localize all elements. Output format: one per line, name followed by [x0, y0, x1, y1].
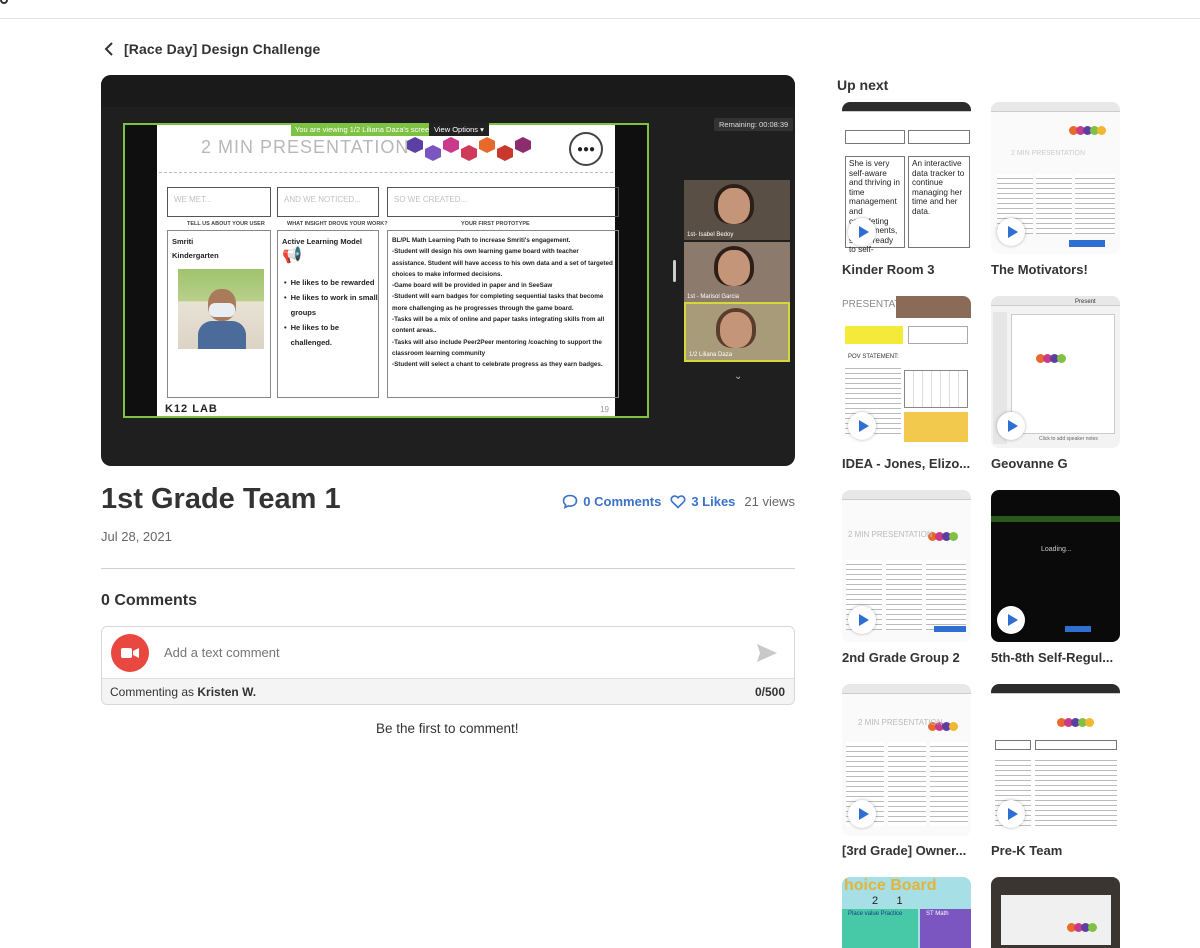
up-next-thumbnail[interactable]: 2 MIN PRESENTATION — [842, 490, 971, 642]
panel-divider-handle[interactable] — [673, 260, 676, 282]
up-next-thumbnail[interactable] — [991, 877, 1120, 948]
play-icon — [848, 800, 876, 828]
participant-tile[interactable]: 1st- Isabel Bedoy — [684, 180, 790, 240]
up-next-thumbnail[interactable]: Loading... — [991, 490, 1120, 642]
slide-box-we-noticed: AND WE NOTICED... — [277, 187, 379, 217]
back-link[interactable]: [Race Day] Design Challenge — [104, 41, 320, 57]
comment-composer: Commenting as Kristen W. 0/500 — [101, 626, 795, 705]
participant-tile[interactable]: 1st - Marisol Garcia — [684, 242, 790, 302]
up-next-title[interactable]: 2nd Grade Group 2 — [842, 650, 972, 665]
video-stats: 0 Comments 3 Likes 21 views — [562, 494, 795, 509]
participant-tile-active[interactable]: 1/2 Liliana Daza — [684, 302, 790, 362]
comments-heading: 0 Comments — [101, 592, 198, 609]
play-icon — [997, 218, 1025, 246]
player-top-bar — [101, 75, 795, 107]
comment-input[interactable] — [164, 645, 724, 660]
slide-subtitle: YOUR FIRST PROTOTYPE — [461, 221, 530, 227]
up-next-thumbnail[interactable]: She is very self-aware and thriving in t… — [842, 102, 971, 254]
play-icon — [997, 412, 1025, 440]
video-title: 1st Grade Team 1 — [101, 483, 341, 515]
slide-title: 2 MIN PRESENTATION — [201, 137, 410, 157]
chevron-left-icon — [104, 42, 113, 56]
video-camera-icon — [121, 648, 139, 658]
up-next-thumbnail[interactable]: Present Click to add speaker notes — [991, 296, 1120, 448]
likes-link[interactable]: 3 Likes — [670, 494, 735, 509]
heart-icon — [670, 495, 686, 509]
character-count: 0/500 — [754, 685, 785, 699]
top-navigation-bar — [0, 0, 1200, 19]
back-link-label: [Race Day] Design Challenge — [124, 41, 321, 57]
people-icon: ●●● — [569, 132, 603, 166]
up-next-thumbnail[interactable]: 2 MIN PRESENTATION — [842, 684, 971, 836]
shared-screen-slide: You are viewing 1/2 Liliana Daza's scree… — [123, 123, 649, 418]
hexagon-graphic — [407, 137, 531, 161]
video-player[interactable]: You are viewing 1/2 Liliana Daza's scree… — [101, 75, 795, 466]
slide-subtitle: WHAT INSIGHT DROVE YOUR WORK? — [287, 221, 388, 227]
user-grade: Kindergarten — [172, 251, 219, 260]
up-next-title[interactable]: IDEA - Jones, Elizo... — [842, 456, 972, 471]
comment-icon — [562, 494, 578, 509]
up-next-heading: Up next — [837, 77, 889, 93]
video-date: Jul 28, 2021 — [101, 529, 172, 544]
play-icon — [997, 606, 1025, 634]
divider — [101, 568, 795, 569]
up-next-title[interactable]: The Motivators! — [991, 262, 1121, 277]
up-next-title[interactable]: Kinder Room 3 — [842, 262, 972, 277]
up-next-title[interactable]: 5th-8th Self-Regul... — [991, 650, 1121, 665]
up-next-title[interactable]: [3rd Grade] Owner... — [842, 843, 972, 858]
play-icon — [848, 606, 876, 634]
remaining-timer: Remaining: 00:08:39 — [714, 118, 794, 131]
chevron-down-icon[interactable]: ⌄ — [734, 371, 742, 382]
up-next-thumbnail[interactable] — [991, 684, 1120, 836]
play-icon — [848, 218, 876, 246]
up-next-thumbnail[interactable]: 2 MIN PRESENTATION — [991, 102, 1120, 254]
comment-footer: Commenting as Kristen W. 0/500 — [102, 678, 794, 704]
model-title: Active Learning Model — [282, 237, 363, 246]
views-count: 21 views — [744, 494, 795, 509]
prototype-card: BL/PL Math Learning Path to increase Smr… — [387, 230, 619, 398]
slide-subtitle: TELL US ABOUT YOUR USER — [187, 221, 265, 227]
k12-lab-logo: K12 LAB — [165, 403, 218, 415]
logo-fragment — [0, 0, 8, 4]
up-next-title[interactable]: Pre-K Team — [991, 843, 1121, 858]
slide-box-we-created: SO WE CREATED... — [387, 187, 619, 217]
insight-card: Active Learning Model 📢 • He likes to be … — [277, 230, 379, 398]
play-icon — [997, 800, 1025, 828]
slide-box-we-met: WE MET... — [167, 187, 271, 217]
model-list: • He likes to be rewarded • He likes to wo… — [284, 278, 378, 347]
commenting-as-user: Kristen W. — [197, 685, 257, 699]
user-card: Smriti Kindergarten — [167, 230, 271, 398]
megaphone-icon: 📢 — [282, 247, 302, 264]
up-next-title[interactable]: Geovanne G — [991, 456, 1121, 471]
up-next-thumbnail[interactable]: PRESENTATION POV STATEMENT: — [842, 296, 971, 448]
student-photo — [178, 269, 264, 349]
slide-page-number: 19 — [600, 405, 609, 414]
up-next-thumbnail[interactable]: hoice Board 2 1 Place value Practice ST … — [842, 877, 971, 948]
play-icon — [848, 412, 876, 440]
send-icon[interactable] — [756, 643, 778, 663]
empty-comments-message: Be the first to comment! — [376, 721, 519, 736]
comments-link[interactable]: 0 Comments — [562, 494, 661, 509]
user-name: Smriti — [172, 237, 194, 246]
record-video-button[interactable] — [111, 634, 149, 672]
